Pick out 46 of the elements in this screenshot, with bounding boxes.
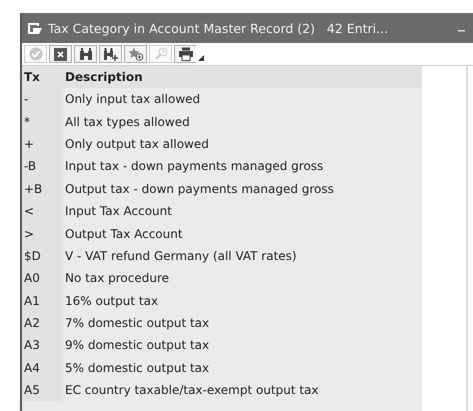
table-cell: -B — [22, 155, 62, 178]
window-title: Tax Category in Account Master Record (2) 42 Entri... — [48, 20, 390, 36]
table-cell-text: All tax types allowed — [64, 114, 190, 129]
caret-icon — [198, 55, 204, 61]
column-header[interactable]: Description — [62, 70, 143, 84]
table-cell-text: 16% output tax — [64, 294, 158, 308]
table-cell: * — [22, 110, 62, 133]
table-cell: + — [22, 132, 62, 156]
search-next-button[interactable] — [99, 45, 122, 63]
table-cell-text: Only output tax allowed — [64, 136, 209, 151]
table-cell: +B — [22, 178, 62, 200]
table-cell-text: Output Tax Account — [64, 226, 183, 241]
table-cell: A5 — [22, 379, 62, 402]
table-cell-text: Input Tax Account — [64, 204, 172, 218]
help-icon — [154, 47, 168, 61]
table-cell-text: V - VAT refund Germany (all VAT rates) — [64, 248, 297, 263]
table-cell-text: 5% domestic output tax — [64, 360, 210, 375]
table-cell: $D — [22, 244, 62, 268]
table-cell: A4 — [22, 356, 62, 380]
table-cell: A0 — [22, 267, 62, 290]
print-button[interactable] — [174, 45, 197, 63]
table-cell-text: Only input tax allowed — [64, 92, 200, 106]
star-plus-icon — [128, 47, 144, 61]
close-icon — [54, 48, 67, 60]
check-icon — [28, 47, 42, 61]
window-icon — [27, 22, 43, 34]
minimize-button[interactable]: _ — [450, 16, 473, 40]
favorite-button[interactable] — [124, 45, 147, 63]
table-cell-text: EC country taxable/tax-exempt output tax — [64, 383, 319, 398]
table-cell-text: 9% domestic output tax — [64, 338, 210, 352]
table-cell-text: Input tax - down payments managed gross — [64, 159, 324, 174]
binoculars-plus-icon — [102, 47, 118, 61]
printer-icon — [178, 47, 194, 61]
table-cell-text: 7% domestic output tax — [64, 316, 210, 330]
binoculars-icon — [78, 47, 92, 61]
table-cell: < — [22, 200, 62, 222]
search-button[interactable] — [74, 45, 97, 63]
table-cell: A2 — [22, 312, 62, 334]
table-cell: - — [22, 88, 62, 110]
table-cell: A1 — [22, 290, 62, 312]
dropdown-button[interactable] — [196, 45, 206, 63]
table-cell-text: No tax procedure — [64, 271, 169, 286]
table-cell: A3 — [22, 334, 62, 357]
table-cell: > — [22, 222, 62, 245]
close-button[interactable] — [49, 45, 72, 63]
table-cell-text: Output tax - down payments managed gross — [64, 182, 334, 196]
